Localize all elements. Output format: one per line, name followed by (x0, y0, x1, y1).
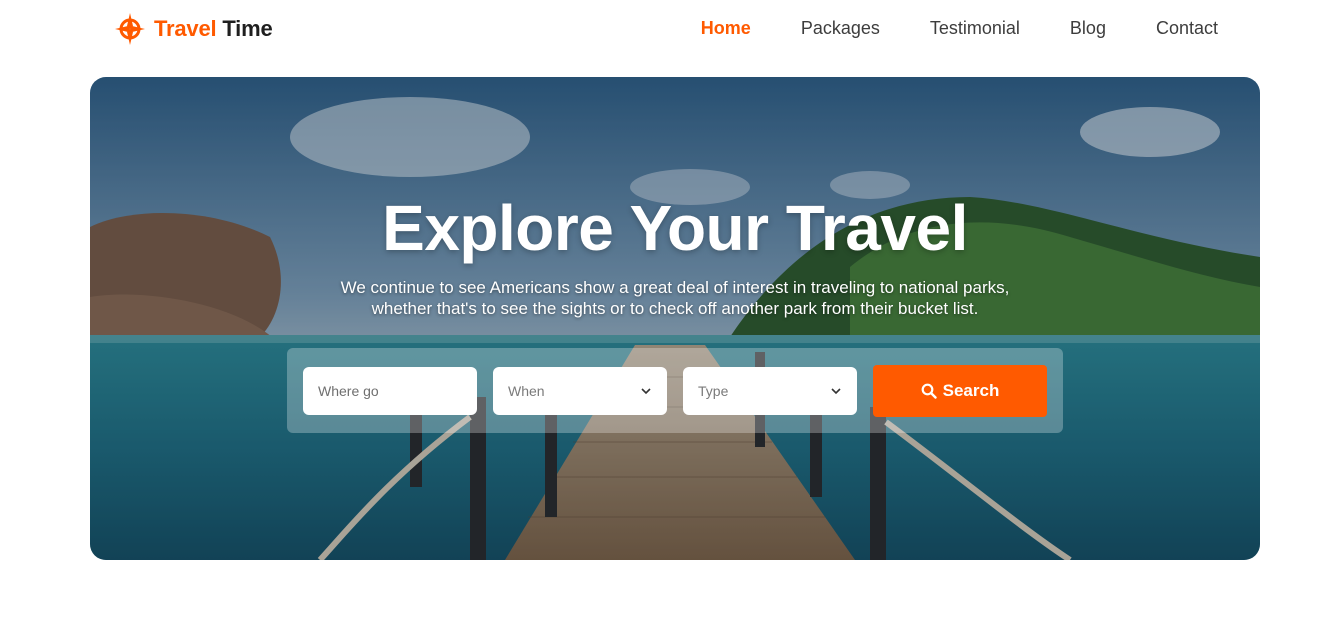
search-button-label: Search (942, 381, 1000, 400)
nav-testimonial[interactable]: Testimonial (930, 18, 1020, 39)
type-select[interactable]: Type (683, 367, 857, 415)
hero-description: We continue to see Americans show a grea… (340, 278, 1010, 318)
nav-blog[interactable]: Blog (1070, 18, 1106, 39)
when-select[interactable]: When (493, 367, 667, 415)
search-icon (921, 383, 937, 399)
hero-banner: Explore Your Travel We continue to see A… (90, 77, 1260, 560)
nav-contact[interactable]: Contact (1156, 18, 1218, 39)
chevron-down-icon (641, 388, 651, 395)
site-header: Travel Time Home Packages Testimonial Bl… (0, 0, 1342, 58)
compass-logo-icon (115, 13, 145, 45)
search-button[interactable]: Search (873, 365, 1047, 417)
destination-input[interactable] (303, 367, 477, 415)
main-nav: Home Packages Testimonial Blog Contact (701, 18, 1218, 39)
brand-name: Travel Time (154, 16, 273, 42)
logo[interactable]: Travel Time (114, 12, 273, 46)
brand-name-part2: Time (222, 16, 273, 41)
hero-title: Explore Your Travel (382, 192, 968, 264)
type-select-value: Type (698, 383, 729, 399)
search-panel: When Type Search (287, 348, 1063, 433)
chevron-down-icon (831, 388, 841, 395)
when-select-value: When (508, 383, 545, 399)
nav-packages[interactable]: Packages (801, 18, 880, 39)
nav-home[interactable]: Home (701, 18, 751, 39)
brand-name-part1: Travel (154, 16, 217, 41)
